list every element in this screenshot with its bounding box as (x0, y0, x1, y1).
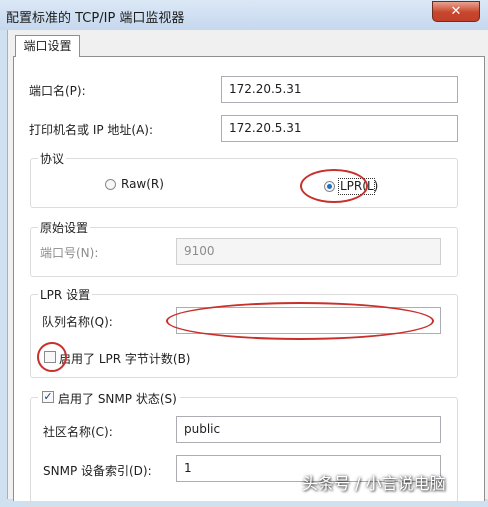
tab-port-settings[interactable]: 端口设置 (15, 35, 80, 57)
title-bar: 配置标准的 TCP/IP 端口监视器 ✕ (0, 0, 488, 30)
raw-radio-label[interactable]: Raw(R) (121, 177, 164, 191)
raw-settings-group-label: 原始设置 (38, 219, 91, 236)
protocol-group-label: 协议 (38, 150, 67, 167)
window-title: 配置标准的 TCP/IP 端口监视器 (6, 11, 185, 26)
printer-address-label: 打印机名或 IP 地址(A): (29, 123, 154, 137)
close-button[interactable]: ✕ (432, 1, 480, 22)
lpr-radio[interactable] (324, 181, 335, 192)
queue-name-label: 队列名称(Q): (42, 315, 113, 329)
protocol-group (30, 158, 458, 208)
snmp-checkbox[interactable]: ✓ (42, 391, 54, 403)
byte-count-label[interactable]: 启用了 LPR 字节计数(B) (59, 350, 191, 367)
byte-count-checkbox[interactable] (44, 351, 56, 363)
port-number-input[interactable]: 9100 (176, 238, 441, 265)
snmp-enabled-label[interactable]: 启用了 SNMP 状态(S) (58, 390, 177, 407)
port-name-label: 端口名(P): (29, 84, 86, 98)
community-name-label: 社区名称(C): (43, 425, 113, 439)
watermark-text: 头条号 / 小言说电脑 (302, 474, 446, 493)
raw-radio[interactable] (105, 179, 116, 190)
printer-address-input[interactable]: 172.20.5.31 (221, 115, 458, 142)
queue-name-input[interactable] (176, 307, 441, 334)
community-name-input[interactable]: public (176, 416, 441, 443)
port-name-input[interactable]: 172.20.5.31 (221, 76, 458, 103)
close-icon: ✕ (450, 4, 462, 19)
lpr-settings-group-label: LPR 设置 (38, 286, 93, 303)
port-number-label: 端口号(N): (40, 246, 99, 260)
lpr-radio-label[interactable]: LPR(L) (340, 179, 378, 193)
snmp-device-index-label: SNMP 设备索引(D): (43, 464, 152, 478)
